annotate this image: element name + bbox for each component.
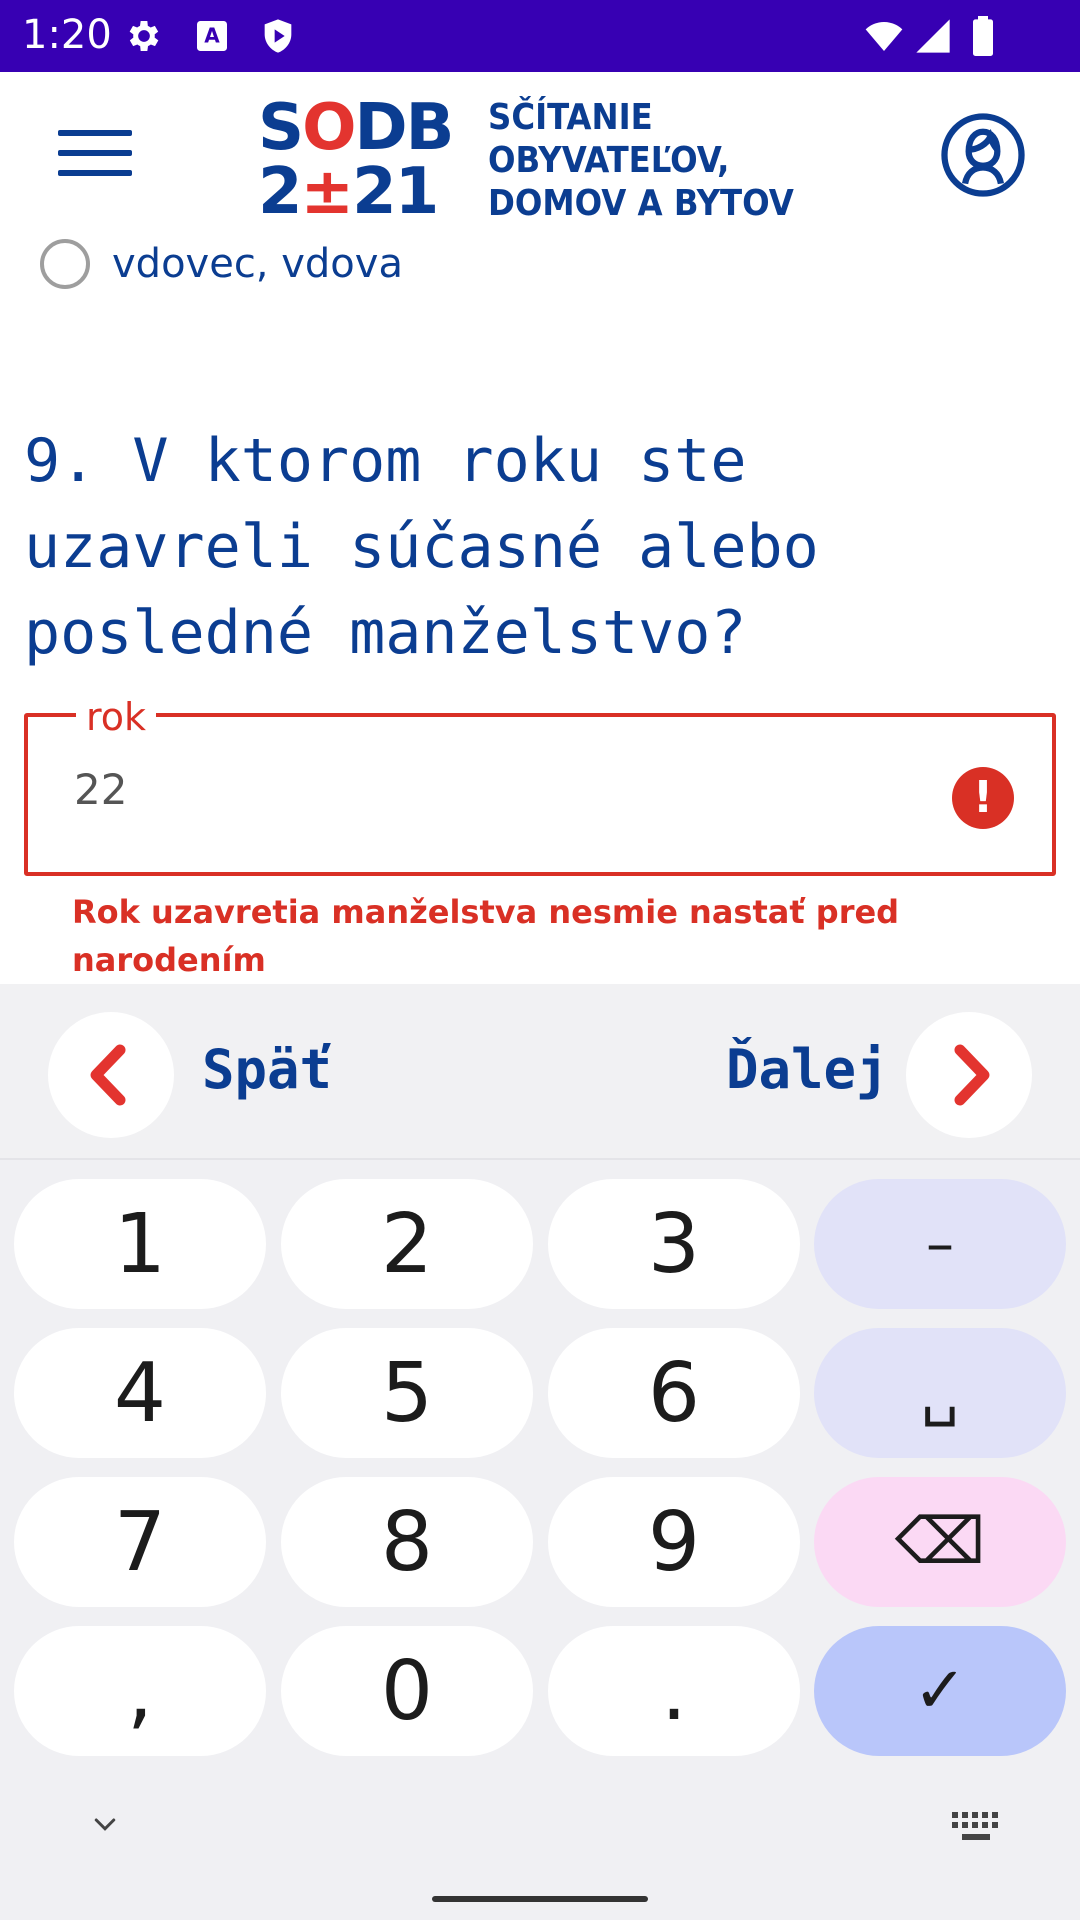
next-button[interactable] — [906, 1012, 1032, 1138]
hamburger-icon[interactable] — [58, 130, 134, 176]
key-label: 0 — [380, 1643, 434, 1739]
comma-key[interactable]: , — [14, 1626, 266, 1756]
key-3[interactable]: 3 — [548, 1179, 800, 1309]
key-5[interactable]: 5 — [281, 1328, 533, 1458]
status-time: 1:20 — [22, 12, 112, 58]
keyboard-hide-icon[interactable] — [88, 1810, 122, 1840]
key-label: 6 — [647, 1345, 701, 1441]
radio-label: vdovec, vdova — [112, 241, 403, 287]
next-label[interactable]: Ďalej — [726, 1038, 889, 1101]
field-label: rok — [76, 697, 157, 737]
key-8[interactable]: 8 — [281, 1477, 533, 1607]
back-button[interactable] — [48, 1012, 174, 1138]
radio-button[interactable] — [40, 239, 90, 289]
key-label: – — [926, 1211, 954, 1277]
signal-icon — [916, 19, 950, 53]
chevron-left-icon — [90, 1044, 126, 1106]
key-2[interactable]: 2 — [281, 1179, 533, 1309]
battery-icon — [973, 16, 993, 56]
key-label: , — [126, 1643, 154, 1739]
error-message: Rok uzavretia manželstva nesmie nastať p… — [72, 893, 900, 979]
dash-key[interactable]: – — [814, 1179, 1066, 1309]
back-label[interactable]: Späť — [202, 1038, 332, 1101]
key-0[interactable]: 0 — [281, 1626, 533, 1756]
logo-text: SČÍTANIE OBYVATEĽOV, DOMOV A BYTOV — [488, 97, 794, 224]
key-1[interactable]: 1 — [14, 1179, 266, 1309]
status-bar: 1:20 A — [0, 0, 1080, 72]
key-7[interactable]: 7 — [14, 1477, 266, 1607]
backspace-key[interactable]: ⌫ — [814, 1477, 1066, 1607]
wifi-icon — [865, 22, 903, 51]
space-key[interactable]: ␣ — [814, 1328, 1066, 1458]
chevron-right-icon — [954, 1044, 990, 1106]
key-label: ␣ — [920, 1358, 960, 1428]
error-icon: ! — [952, 767, 1014, 829]
question-title: 9. V ktorom roku ste uzavreli súčasné al… — [24, 426, 819, 668]
done-key[interactable]: ✓ — [814, 1626, 1066, 1756]
key-label: 7 — [113, 1494, 167, 1590]
app-header: SODB 2±21 SČÍTANIE OBYVATEĽOV, DOMOV A B… — [0, 72, 1080, 232]
key-label: 8 — [380, 1494, 434, 1590]
census-logo: SODB 2±21 SČÍTANIE OBYVATEĽOV, DOMOV A B… — [258, 91, 838, 229]
key-label: 4 — [113, 1345, 167, 1441]
period-key[interactable]: . — [548, 1626, 800, 1756]
key-label: ✓ — [913, 1654, 967, 1728]
key-label: . — [660, 1643, 688, 1739]
radio-option-widowed[interactable]: vdovec, vdova — [40, 238, 403, 290]
logo-sodb: SODB — [258, 91, 454, 165]
key-label: 9 — [647, 1494, 701, 1590]
key-9[interactable]: 9 — [548, 1477, 800, 1607]
key-6[interactable]: 6 — [548, 1328, 800, 1458]
key-label: 5 — [380, 1345, 434, 1441]
a-badge-icon: A — [197, 21, 227, 51]
key-label: 3 — [647, 1196, 701, 1292]
year-input[interactable]: 22 — [74, 765, 127, 814]
navigation-bar: Späť Ďalej — [0, 984, 1080, 1158]
logo-year: 2±21 — [258, 155, 439, 229]
key-4[interactable]: 4 — [14, 1328, 266, 1458]
key-label: 1 — [113, 1196, 167, 1292]
shield-play-icon — [264, 19, 292, 53]
svg-text:A: A — [204, 24, 220, 48]
keyboard-switch-icon[interactable] — [950, 1810, 1002, 1844]
key-label: ⌫ — [894, 1505, 986, 1579]
home-indicator[interactable] — [432, 1896, 648, 1902]
user-profile-icon[interactable] — [940, 112, 1026, 198]
key-label: 2 — [380, 1196, 434, 1292]
year-input-field[interactable]: rok 22 ! — [24, 697, 1056, 876]
settings-icon — [129, 21, 159, 51]
